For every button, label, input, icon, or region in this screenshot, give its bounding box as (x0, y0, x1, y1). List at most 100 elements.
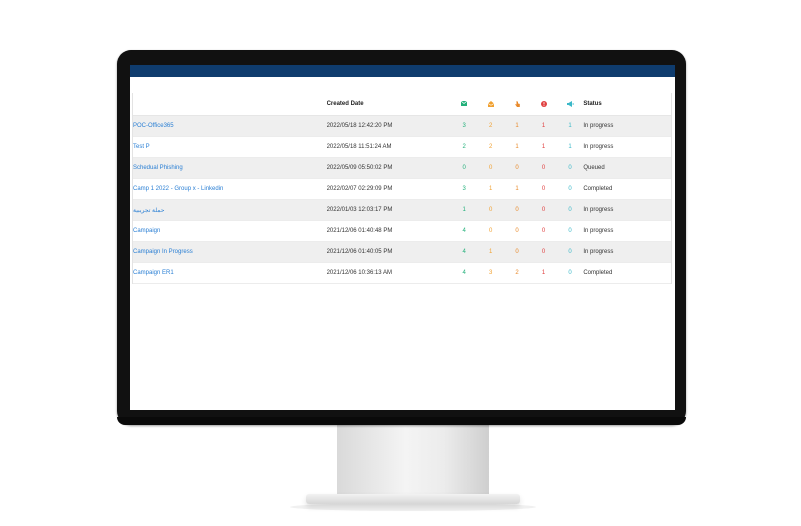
campaigns-table: Created Date Status POC-Office365 2022/0… (133, 93, 671, 284)
reported-count: 0 (556, 199, 584, 221)
table-row[interactable]: Camp 1 2022 - Group x - Linkedin 2022/02/… (133, 178, 671, 200)
clicked-count: 0 (503, 157, 531, 179)
table-header-row: Created Date Status (133, 93, 671, 116)
submitted-count: 0 (530, 178, 557, 200)
campaign-name-cell: POC-Office365 (133, 115, 327, 137)
created-date-cell: 2021/12/06 01:40:48 PM (326, 220, 451, 242)
sent-count: 2 (450, 136, 478, 158)
monitor-screen: Created Date Status POC-Office365 2022/0… (130, 65, 675, 410)
campaign-name-cell: حملة تجريبية (133, 199, 327, 221)
submitted-count: 1 (530, 115, 557, 137)
reported-count: 0 (556, 178, 584, 200)
pointer-icon (514, 100, 520, 107)
opened-count: 2 (477, 115, 504, 137)
opened-count: 3 (477, 262, 504, 284)
sent-count: 3 (450, 178, 478, 200)
campaign-name-link[interactable]: Campaign In Progress (133, 249, 193, 255)
submitted-count: 0 (530, 199, 557, 221)
campaign-name-link[interactable]: حملة تجريبية (133, 208, 164, 214)
campaign-name-link[interactable]: POC-Office365 (133, 123, 174, 129)
clicked-count: 1 (503, 178, 531, 200)
clicked-count: 1 (503, 136, 531, 158)
sent-count: 3 (450, 115, 478, 137)
created-date-cell: 2021/12/06 10:36:13 AM (326, 262, 451, 284)
campaign-name-link[interactable]: Test P (133, 144, 150, 150)
status-cell: In progress (583, 136, 671, 158)
submitted-count: 0 (530, 220, 557, 242)
opened-count: 0 (477, 157, 504, 179)
table-row[interactable]: حملة تجريبية 2022/01/03 12:03:17 PM 1 0 0 0 0 I… (133, 199, 671, 221)
created-date-cell: 2022/02/07 02:29:09 PM (326, 178, 451, 200)
sent-count: 4 (450, 241, 478, 263)
status-cell: In progress (583, 220, 671, 242)
table-row[interactable]: Campaign 2021/12/06 01:40:48 PM 4 0 0 0 0 In pr… (133, 220, 671, 242)
clicked-column-header (503, 93, 531, 116)
table-row[interactable]: Test P 2022/05/18 11:51:24 AM 2 2 1 1 1 In prog… (133, 136, 671, 158)
status-cell: In progress (583, 241, 671, 263)
opened-count: 1 (477, 241, 504, 263)
table-row[interactable]: Campaign ER1 2021/12/06 10:36:13 AM 4 3 2 1 0 C… (133, 262, 671, 284)
campaign-name-cell: Campaign In Progress (133, 241, 327, 263)
created-date-cell: 2021/12/06 01:40:05 PM (326, 241, 451, 263)
clicked-count: 0 (503, 241, 531, 263)
submitted-column-header (530, 93, 557, 116)
table-row[interactable]: Campaign In Progress 2021/12/06 01:40:05 … (133, 241, 671, 263)
reported-count: 0 (556, 157, 584, 179)
clicked-count: 2 (503, 262, 531, 284)
warning-icon (540, 100, 547, 107)
opened-count: 0 (477, 199, 504, 221)
created-date-column-header: Created Date (326, 93, 451, 116)
clicked-count: 0 (503, 199, 531, 221)
monitor-stand-neck (337, 418, 489, 500)
created-date-cell: 2022/01/03 12:03:17 PM (326, 199, 451, 221)
name-column-header (133, 93, 327, 116)
reported-count: 0 (556, 241, 584, 263)
reported-count: 0 (556, 220, 584, 242)
open-envelope-icon (487, 100, 494, 107)
campaign-name-link[interactable]: Schedual Phishing (133, 165, 183, 171)
submitted-count: 1 (530, 262, 557, 284)
table-row[interactable]: POC-Office365 2022/05/18 12:42:20 PM 3 2 1 1 1… (133, 115, 671, 137)
monitor-bezel: Created Date Status POC-Office365 2022/0… (117, 50, 686, 425)
campaign-name-cell: Camp 1 2022 - Group x - Linkedin (133, 178, 327, 200)
envelope-icon (461, 100, 468, 106)
reported-count: 1 (556, 115, 584, 137)
sent-count: 1 (450, 199, 478, 221)
campaign-name-link[interactable]: Campaign (133, 228, 160, 234)
sent-count: 0 (450, 157, 478, 179)
created-date-cell: 2022/05/09 05:50:02 PM (326, 157, 451, 179)
reported-count: 0 (556, 262, 584, 284)
opened-count: 1 (477, 178, 504, 200)
reported-column-header (556, 93, 584, 116)
clicked-count: 1 (503, 115, 531, 137)
status-cell: Queued (583, 157, 671, 179)
sent-column-header (450, 93, 478, 116)
app-header-bar (130, 65, 675, 77)
status-column-header: Status (583, 93, 671, 116)
campaign-name-cell: Campaign ER1 (133, 262, 327, 284)
campaign-name-cell: Campaign (133, 220, 327, 242)
monitor-stand-base (306, 494, 520, 504)
reported-count: 1 (556, 136, 584, 158)
opened-count: 0 (477, 220, 504, 242)
submitted-count: 1 (530, 136, 557, 158)
campaign-name-link[interactable]: Camp 1 2022 - Group x - Linkedin (133, 186, 223, 192)
status-cell: Completed (583, 262, 671, 284)
status-cell: In progress (583, 199, 671, 221)
megaphone-icon (566, 100, 574, 107)
campaign-name-cell: Test P (133, 136, 327, 158)
status-cell: Completed (583, 178, 671, 200)
sent-count: 4 (450, 262, 478, 284)
campaign-name-link[interactable]: Campaign ER1 (133, 270, 174, 276)
submitted-count: 0 (530, 157, 557, 179)
sent-count: 4 (450, 220, 478, 242)
clicked-count: 0 (503, 220, 531, 242)
stand-shadow (290, 503, 536, 511)
table-row[interactable]: Schedual Phishing 2022/05/09 05:50:02 PM 0… (133, 157, 671, 179)
created-date-cell: 2022/05/18 11:51:24 AM (326, 136, 451, 158)
campaigns-table-panel: Created Date Status POC-Office365 2022/0… (132, 93, 672, 284)
submitted-count: 0 (530, 241, 557, 263)
campaign-name-cell: Schedual Phishing (133, 157, 327, 179)
opened-column-header (477, 93, 504, 116)
opened-count: 2 (477, 136, 504, 158)
